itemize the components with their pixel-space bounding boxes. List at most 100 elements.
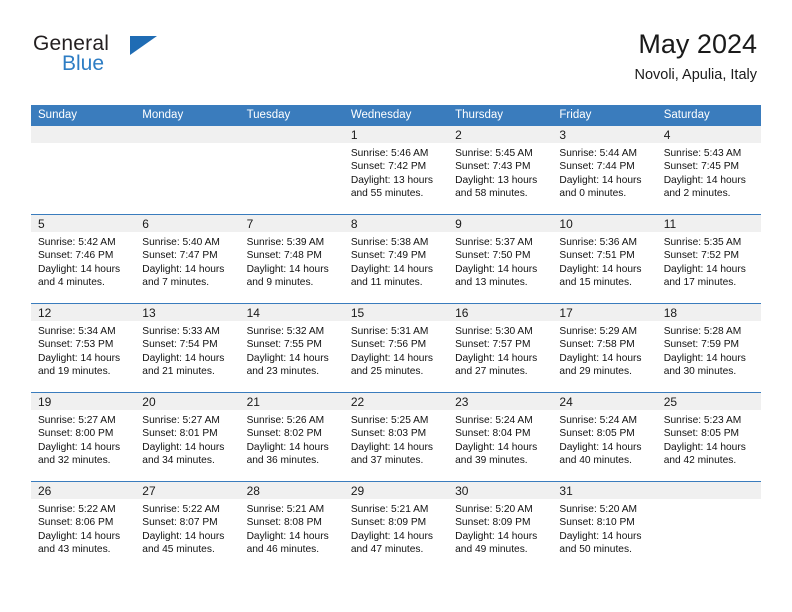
calendar-day-cell[interactable]: 3 Sunrise: 5:44 AM Sunset: 7:44 PM Daylight… [552,126,657,214]
calendar-day-cell-empty [656,482,761,570]
sunset-text: Sunset: 7:56 PM [350,339,427,351]
day-number: 2 [455,128,462,142]
day-sun-info: Sunrise: 5:25 AM Sunset: 8:03 PM Daylight:… [344,410,448,467]
day-sun-info: Sunrise: 5:34 AM Sunset: 7:53 PM Daylight:… [31,321,135,378]
day-sun-info: Sunrise: 5:46 AM Sunset: 7:42 PM Daylight:… [344,143,448,200]
daylight-text-line1: Daylight: 14 hours [455,352,538,364]
sunset-text: Sunset: 8:09 PM [350,517,427,529]
day-number-band: 5 [31,215,136,232]
day-number-band: 10 [552,215,657,232]
day-number: 19 [38,395,52,409]
sunset-text: Sunset: 7:53 PM [38,339,114,351]
calendar-day-cell[interactable]: 20 Sunrise: 5:27 AM Sunset: 8:01 PM Dayligh… [135,393,240,481]
day-sun-info: Sunrise: 5:43 AM Sunset: 7:45 PM Daylight:… [657,143,761,200]
day-sun-info: Sunrise: 5:44 AM Sunset: 7:44 PM Daylight:… [552,143,656,200]
sunrise-text: Sunrise: 5:38 AM [350,237,429,248]
calendar-week-row: 1 Sunrise: 5:46 AM Sunset: 7:42 PM Daylight… [31,126,761,214]
weekday-header-wednesday: Wednesday [350,109,412,121]
calendar-day-cell[interactable]: 31 Sunrise: 5:20 AM Sunset: 8:10 PM Dayligh… [552,482,657,570]
calendar-day-cell[interactable]: 13 Sunrise: 5:33 AM Sunset: 7:54 PM Dayligh… [135,304,240,392]
calendar-day-cell[interactable]: 24 Sunrise: 5:24 AM Sunset: 8:05 PM Dayligh… [552,393,657,481]
day-sun-info: Sunrise: 5:27 AM Sunset: 8:00 PM Daylight:… [31,410,135,467]
day-number-band: 18 [656,304,761,321]
calendar-day-cell[interactable]: 5 Sunrise: 5:42 AM Sunset: 7:46 PM Daylight… [31,215,136,303]
day-number: 26 [38,484,52,498]
calendar-day-cell[interactable]: 19 Sunrise: 5:27 AM Sunset: 8:00 PM Dayligh… [31,393,136,481]
calendar-day-cell[interactable]: 21 Sunrise: 5:26 AM Sunset: 8:02 PM Dayligh… [239,393,344,481]
calendar-day-cell[interactable]: 16 Sunrise: 5:30 AM Sunset: 7:57 PM Dayligh… [448,304,553,392]
calendar-day-cell[interactable]: 11 Sunrise: 5:35 AM Sunset: 7:52 PM Dayligh… [656,215,761,303]
calendar-day-cell[interactable]: 14 Sunrise: 5:32 AM Sunset: 7:55 PM Dayligh… [239,304,344,392]
sunrise-text: Sunrise: 5:35 AM [663,237,742,248]
calendar-day-cell[interactable]: 9 Sunrise: 5:37 AM Sunset: 7:50 PM Daylight… [448,215,553,303]
calendar-day-cell[interactable]: 17 Sunrise: 5:29 AM Sunset: 7:58 PM Dayligh… [552,304,657,392]
day-sun-info: Sunrise: 5:21 AM Sunset: 8:09 PM Daylight:… [344,499,448,556]
daylight-text-line2: and 13 minutes. [455,276,528,288]
sunrise-text: Sunrise: 5:33 AM [142,326,220,337]
calendar-day-cell[interactable]: 22 Sunrise: 5:25 AM Sunset: 8:03 PM Dayligh… [343,393,449,481]
daylight-text-line1: Daylight: 14 hours [246,530,329,542]
calendar-day-cell[interactable]: 15 Sunrise: 5:31 AM Sunset: 7:56 PM Dayligh… [343,304,449,392]
day-number-band: 12 [31,304,136,321]
day-number-band: 28 [239,482,344,499]
weekday-header-thursday: Thursday [455,109,504,121]
day-number: 17 [559,306,573,320]
day-number: 23 [455,395,469,409]
calendar-day-cell[interactable]: 2 Sunrise: 5:45 AM Sunset: 7:43 PM Daylight… [448,126,553,214]
daylight-text-line1: Daylight: 14 hours [142,441,225,453]
daylight-text-line1: Daylight: 14 hours [350,352,433,364]
day-number: 15 [350,306,365,320]
brand-logo[interactable]: General Blue [33,33,203,81]
day-sun-info: Sunrise: 5:45 AM Sunset: 7:43 PM Daylight:… [448,143,552,200]
calendar-day-cell[interactable]: 23 Sunrise: 5:24 AM Sunset: 8:04 PM Dayligh… [448,393,553,481]
day-number-band: 6 [135,215,240,232]
day-number-band: 17 [552,304,657,321]
day-number-band [239,126,344,143]
calendar-day-cell[interactable]: 8 Sunrise: 5:38 AM Sunset: 7:49 PM Daylight… [343,215,449,303]
day-number-band: 19 [31,393,136,410]
calendar-day-cell[interactable]: 6 Sunrise: 5:40 AM Sunset: 7:47 PM Daylight… [135,215,240,303]
daylight-text-line2: and 49 minutes. [455,543,528,555]
calendar-day-cell[interactable]: 25 Sunrise: 5:23 AM Sunset: 8:05 PM Dayligh… [656,393,761,481]
sunset-text: Sunset: 7:44 PM [559,161,635,173]
daylight-text-line1: Daylight: 14 hours [38,263,121,275]
calendar-day-cell[interactable]: 18 Sunrise: 5:28 AM Sunset: 7:59 PM Dayligh… [656,304,761,392]
sunrise-text: Sunrise: 5:23 AM [663,415,742,426]
day-number-band: 8 [343,215,449,232]
calendar-day-cell[interactable]: 30 Sunrise: 5:20 AM Sunset: 8:09 PM Dayligh… [448,482,553,570]
day-number: 12 [38,306,52,320]
calendar-day-cell[interactable]: 12 Sunrise: 5:34 AM Sunset: 7:53 PM Dayligh… [31,304,136,392]
daylight-text-line2: and 9 minutes. [246,276,314,288]
sunrise-text: Sunrise: 5:20 AM [455,504,533,515]
sunrise-text: Sunrise: 5:43 AM [663,148,742,159]
weekday-header-friday: Friday [559,109,592,121]
daylight-text-line2: and 55 minutes. [350,187,424,199]
daylight-text-line2: and 50 minutes. [559,543,632,555]
calendar-day-cell[interactable]: 10 Sunrise: 5:36 AM Sunset: 7:51 PM Dayligh… [552,215,657,303]
page-title: May 2024 [638,29,757,59]
day-number: 7 [246,217,254,231]
daylight-text-line2: and 11 minutes. [350,276,423,288]
sunrise-text: Sunrise: 5:36 AM [559,237,637,248]
sunset-text: Sunset: 8:08 PM [246,517,322,529]
calendar-day-cell[interactable]: 29 Sunrise: 5:21 AM Sunset: 8:09 PM Dayligh… [343,482,449,570]
calendar-day-cell[interactable]: 26 Sunrise: 5:22 AM Sunset: 8:06 PM Dayligh… [31,482,136,570]
day-number-band: 29 [343,482,449,499]
day-number: 31 [559,484,573,498]
calendar-day-cell[interactable]: 7 Sunrise: 5:39 AM Sunset: 7:48 PM Daylight… [239,215,344,303]
calendar-day-cell[interactable]: 1 Sunrise: 5:46 AM Sunset: 7:42 PM Daylight… [343,126,449,214]
sunrise-text: Sunrise: 5:40 AM [142,237,220,248]
daylight-text-line2: and 21 minutes. [142,365,215,377]
calendar-day-cell[interactable]: 27 Sunrise: 5:22 AM Sunset: 8:07 PM Dayligh… [135,482,240,570]
daylight-text-line2: and 15 minutes. [559,276,632,288]
day-sun-info: Sunrise: 5:33 AM Sunset: 7:54 PM Daylight:… [135,321,239,378]
day-sun-info: Sunrise: 5:23 AM Sunset: 8:05 PM Daylight:… [657,410,761,467]
calendar-day-cell[interactable]: 4 Sunrise: 5:43 AM Sunset: 7:45 PM Daylight… [656,126,761,214]
day-sun-info: Sunrise: 5:22 AM Sunset: 8:06 PM Daylight:… [31,499,135,556]
daylight-text-line2: and 36 minutes. [246,454,320,466]
calendar-day-cell[interactable]: 28 Sunrise: 5:21 AM Sunset: 8:08 PM Dayligh… [239,482,344,570]
daylight-text-line2: and 30 minutes. [663,365,737,377]
location-subtitle: Novoli, Apulia, Italy [634,67,757,83]
day-sun-info: Sunrise: 5:36 AM Sunset: 7:51 PM Daylight:… [552,232,656,289]
day-number-band: 11 [656,215,761,232]
